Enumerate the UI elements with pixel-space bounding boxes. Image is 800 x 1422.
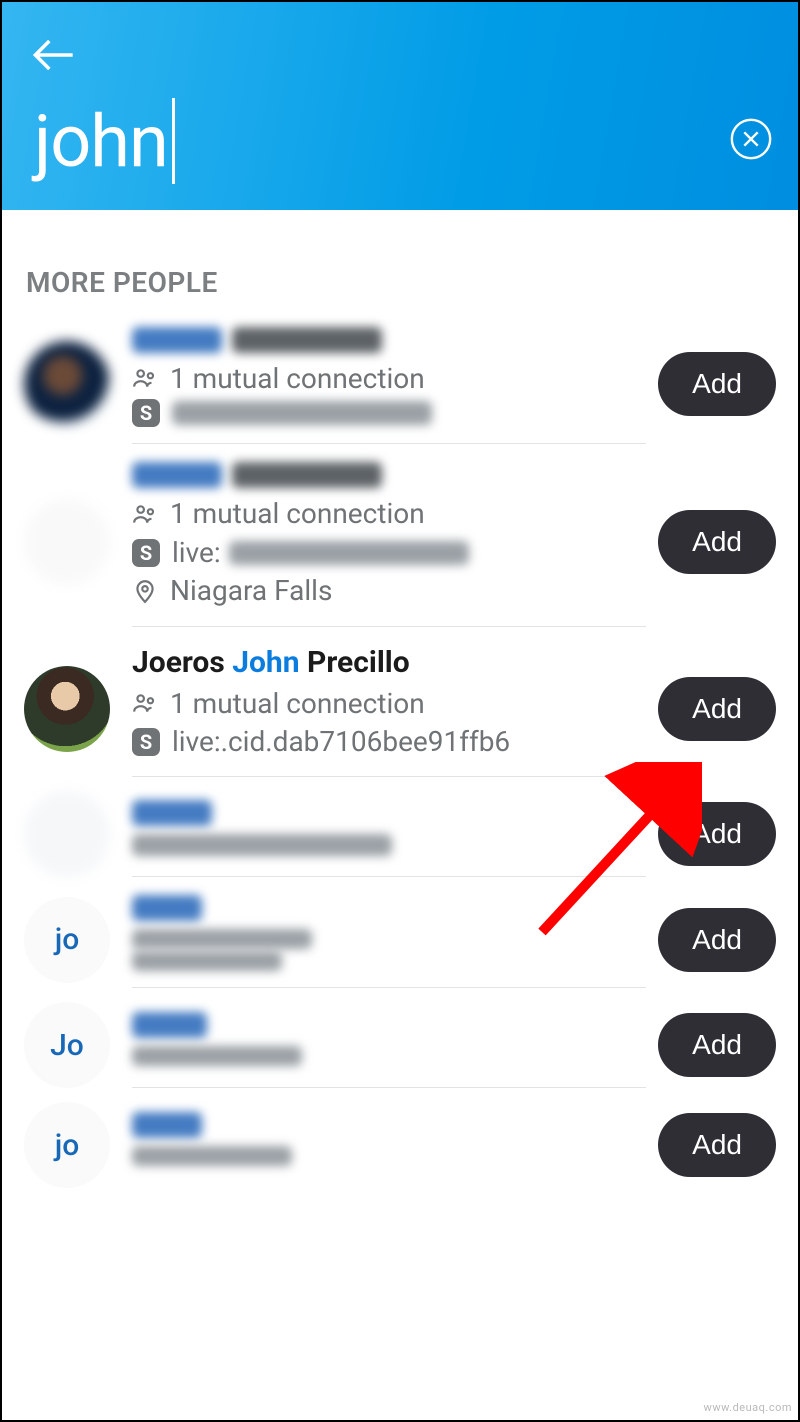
result-row[interactable]: 1 mutual connection S live: Niagara Fall…: [2, 444, 798, 626]
skype-id-redacted: S: [132, 399, 646, 427]
result-name-match: John: [232, 645, 299, 680]
meta-redacted: [132, 929, 646, 949]
result-info: 1 mutual connection S live: Niagara Fall…: [132, 458, 646, 626]
result-row[interactable]: jo Add: [2, 877, 798, 988]
mutual-connections: 1 mutual connection: [132, 686, 646, 722]
location-pin-icon: [132, 578, 158, 604]
search-query-text: john: [34, 99, 168, 184]
search-input[interactable]: john: [34, 98, 175, 184]
clear-search-button[interactable]: [728, 116, 774, 166]
add-button[interactable]: Add: [658, 1013, 776, 1077]
back-button[interactable]: [26, 27, 82, 87]
meta-redacted: [132, 1146, 646, 1166]
avatar-initials: jo: [24, 897, 110, 983]
result-info: 1 mutual connection S: [132, 323, 646, 444]
avatar: [24, 341, 110, 427]
result-name-redacted: [132, 1112, 646, 1138]
result-name-redacted: [132, 462, 646, 488]
result-name-redacted: [132, 1012, 646, 1038]
result-info: [132, 791, 646, 877]
result-row[interactable]: Jo Add: [2, 988, 798, 1088]
mutual-connections: 1 mutual connection: [132, 496, 646, 532]
result-info: [132, 1102, 646, 1188]
result-info: Joeros John Precillo 1 mutual connection…: [132, 641, 646, 778]
result-name-redacted: [132, 800, 646, 826]
add-button[interactable]: Add: [658, 510, 776, 574]
skype-id-redacted: [132, 834, 646, 856]
skype-id-partial: S live:: [132, 535, 646, 571]
skype-icon: S: [132, 728, 160, 756]
result-name: Joeros John Precillo: [132, 645, 646, 680]
location: Niagara Falls: [132, 573, 646, 609]
result-info: [132, 891, 646, 988]
add-button[interactable]: Add: [658, 677, 776, 741]
result-name-redacted: [132, 327, 646, 353]
avatar: [24, 791, 110, 877]
mutual-connections: 1 mutual connection: [132, 361, 646, 397]
result-name-redacted: [132, 895, 646, 921]
arrow-left-icon: [26, 27, 82, 83]
result-row[interactable]: jo Add: [2, 1088, 798, 1188]
results-list: 1 mutual connection S Add 1 mutual conne…: [2, 309, 798, 1188]
avatar: [24, 499, 110, 585]
add-button[interactable]: Add: [658, 1113, 776, 1177]
result-info: [132, 1002, 646, 1088]
add-button[interactable]: Add: [658, 352, 776, 416]
skype-icon: S: [132, 399, 160, 427]
people-icon: [132, 366, 158, 392]
add-button[interactable]: Add: [658, 802, 776, 866]
watermark: www.deuaq.com: [704, 1401, 792, 1414]
people-icon: [132, 502, 158, 528]
search-header: john: [2, 2, 798, 210]
avatar-initials: jo: [24, 1102, 110, 1188]
meta-redacted: [132, 951, 646, 971]
people-icon: [132, 691, 158, 717]
avatar-initials: Jo: [24, 1002, 110, 1088]
add-button[interactable]: Add: [658, 908, 776, 972]
avatar: [24, 666, 110, 752]
section-header-more-people: MORE PEOPLE: [2, 210, 798, 309]
result-row[interactable]: Add: [2, 777, 798, 877]
skype-id: S live:.cid.dab7106bee91ffb6: [132, 724, 646, 760]
close-circle-icon: [728, 116, 774, 162]
text-caret: [172, 98, 175, 184]
meta-redacted: [132, 1046, 646, 1066]
skype-icon: S: [132, 539, 160, 567]
result-row[interactable]: 1 mutual connection S Add: [2, 309, 798, 444]
result-row[interactable]: Joeros John Precillo 1 mutual connection…: [2, 627, 798, 778]
